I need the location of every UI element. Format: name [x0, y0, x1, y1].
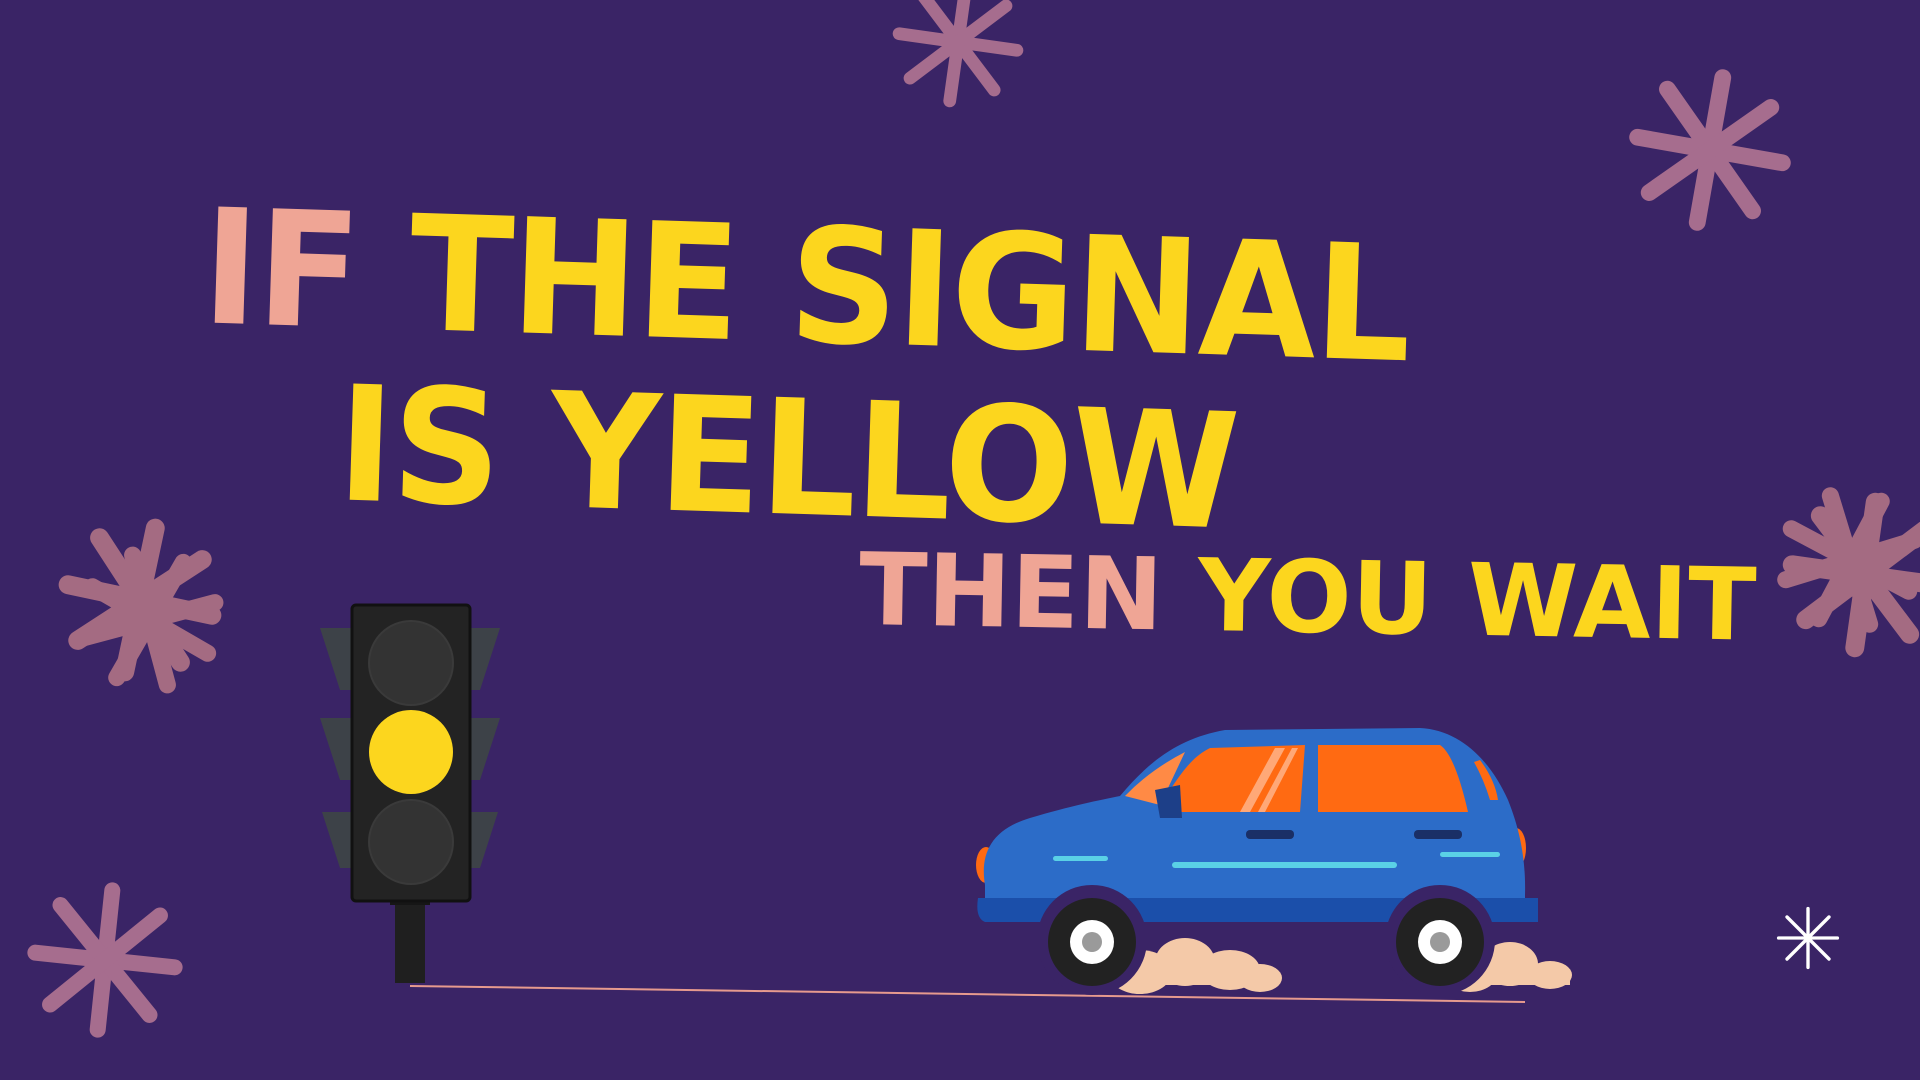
- sparkle-icon: [1760, 470, 1920, 658]
- traffic-light-lamp-top: [368, 620, 454, 706]
- sparkle-icon: [891, 0, 1025, 109]
- car-icon: [976, 728, 1572, 995]
- sparkle-icon: [1776, 906, 1840, 970]
- headline-line-3: THEN YOU WAIT: [858, 531, 1757, 664]
- sparkle-icon: [1625, 65, 1795, 235]
- sparkle-icon: [53, 513, 241, 711]
- sparkle-icon: [28, 883, 182, 1037]
- traffic-light-lamp-bottom: [368, 799, 454, 885]
- road-line: [409, 985, 1526, 1003]
- traffic-light-lamp-middle: [369, 710, 453, 794]
- headline-word-then: THEN: [858, 531, 1165, 654]
- headline-words-you-wait: YOU WAIT: [1196, 536, 1758, 664]
- headline-word-if: IF: [199, 174, 362, 366]
- slide: IF THE SIGNAL IS YELLOW THEN YOU WAIT: [0, 0, 1920, 1080]
- headline-line-2: IS YELLOW: [334, 351, 1241, 566]
- traffic-light-icon: [320, 603, 500, 983]
